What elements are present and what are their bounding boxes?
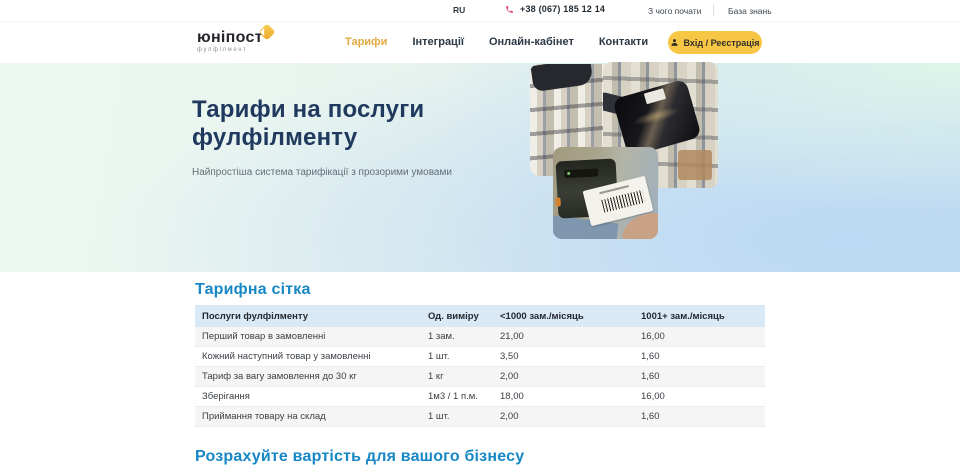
col-header-unit: Од. виміру xyxy=(428,311,500,322)
unit: 1м3 / 1 п.м. xyxy=(428,391,500,402)
page-title-line2: фулфілменту xyxy=(192,124,357,151)
col-header-under-1000: <1000 зам./місяць xyxy=(500,311,641,322)
language-selector[interactable]: RU xyxy=(453,5,465,15)
price-over-1001: 16,00 xyxy=(641,331,765,342)
price-under-1000: 18,00 xyxy=(500,391,641,402)
label-printer-photo xyxy=(553,147,658,239)
calculator-section-title: Розрахуйте вартість для вашого бізнесу xyxy=(195,448,524,466)
topbar: RU +38 (067) 185 12 14 З чого почати Баз… xyxy=(0,0,960,22)
gold-print-decor xyxy=(632,104,681,129)
table-header-row: Послуги фулфілменту Од. виміру <1000 зам… xyxy=(195,305,765,327)
col-header-service: Послуги фулфілменту xyxy=(195,311,428,322)
page-subtitle: Найпростіша система тарифікації з прозор… xyxy=(192,167,452,178)
price-over-1001: 1,60 xyxy=(641,351,765,362)
unit: 1 шт. xyxy=(428,411,500,422)
unit: 1 шт. xyxy=(428,351,500,362)
service-name: Кожний наступний товар у замовленні xyxy=(195,351,428,362)
nav-item-contacts[interactable]: Контакти xyxy=(599,36,648,48)
main-nav: Тарифи Інтеграції Онлайн-кабінет Контакт… xyxy=(345,36,648,48)
barcode-decor xyxy=(601,190,645,213)
hero-section: Тарифи на послуги фулфілменту Найпростіш… xyxy=(0,63,960,272)
table-row: Зберігання 1м3 / 1 п.м. 18,00 16,00 xyxy=(195,387,765,407)
logo-wordmark: юніпост xyxy=(197,29,263,46)
table-row: Тариф за вагу замовлення до 30 кг 1 кг 2… xyxy=(195,367,765,387)
printer-panel-decor xyxy=(564,168,598,178)
service-name: Перший товар в замовленні xyxy=(195,331,428,342)
login-register-button[interactable]: Вхід / Реєстрація xyxy=(668,31,762,54)
price-over-1001: 16,00 xyxy=(641,391,765,402)
price-under-1000: 2,00 xyxy=(500,371,641,382)
topbar-link-knowledge-base[interactable]: База знань xyxy=(728,6,772,16)
table-row: Перший товар в замовленні 1 зам. 21,00 1… xyxy=(195,327,765,347)
service-name: Тариф за вагу замовлення до 30 кг xyxy=(195,371,428,382)
login-register-label: Вхід / Реєстрація xyxy=(683,38,759,48)
price-under-1000: 21,00 xyxy=(500,331,641,342)
price-over-1001: 1,60 xyxy=(641,371,765,382)
phone-icon xyxy=(505,5,514,14)
page: RU +38 (067) 185 12 14 З чого почати Баз… xyxy=(0,0,960,475)
page-title: Тарифи на послуги фулфілменту xyxy=(192,96,424,152)
price-under-1000: 2,00 xyxy=(500,411,641,422)
pricing-section-title: Тарифна сітка xyxy=(195,281,311,299)
cardboard-box-decor xyxy=(678,150,712,180)
topbar-divider xyxy=(713,4,714,16)
label-text-decor xyxy=(599,185,629,194)
topbar-link-getting-started[interactable]: З чого почати xyxy=(648,6,701,16)
logo-tagline: фулфілмент xyxy=(197,47,263,53)
nav-item-online-cabinet[interactable]: Онлайн-кабінет xyxy=(489,36,574,48)
price-under-1000: 3,50 xyxy=(500,351,641,362)
logo[interactable]: юніпост фулфілмент xyxy=(197,29,263,53)
service-name: Зберігання xyxy=(195,391,428,402)
col-header-over-1001: 1001+ зам./місяць xyxy=(641,311,765,322)
nav-item-integrations[interactable]: Інтеграції xyxy=(412,36,464,48)
service-name: Приймання товару на склад xyxy=(195,411,428,422)
printer-led-decor xyxy=(567,172,570,175)
header: юніпост фулфілмент Тарифи Інтеграції Онл… xyxy=(0,22,960,63)
pricing-table: Послуги фулфілменту Од. виміру <1000 зам… xyxy=(195,305,765,427)
phone-number: +38 (067) 185 12 14 xyxy=(520,4,605,14)
table-row: Приймання товару на склад 1 шт. 2,00 1,6… xyxy=(195,407,765,427)
unit: 1 кг xyxy=(428,371,500,382)
unit: 1 зам. xyxy=(428,331,500,342)
phone-link[interactable]: +38 (067) 185 12 14 xyxy=(505,4,605,14)
printer-button-decor xyxy=(555,197,560,206)
person-icon xyxy=(670,38,679,47)
nav-item-tariffs[interactable]: Тарифи xyxy=(345,36,387,48)
price-over-1001: 1,60 xyxy=(641,411,765,422)
shipping-label-decor xyxy=(644,88,666,104)
page-title-line1: Тарифи на послуги xyxy=(192,96,424,123)
table-row: Кожний наступний товар у замовленні 1 шт… xyxy=(195,347,765,367)
